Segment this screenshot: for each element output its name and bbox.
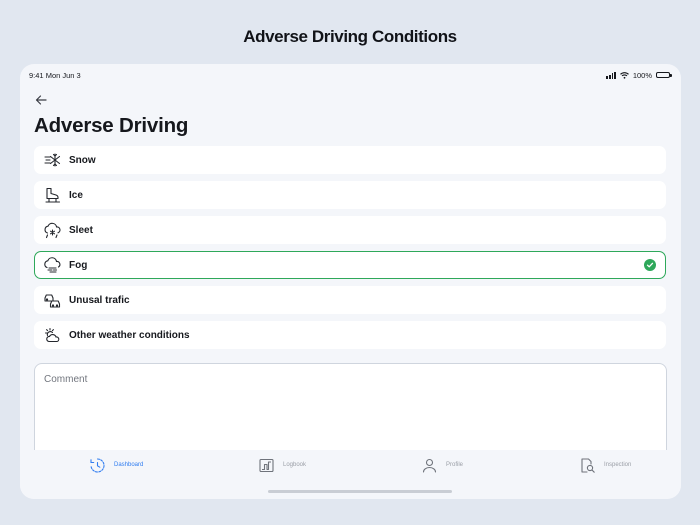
cellular-signal-icon <box>606 71 616 79</box>
snow-wind-icon <box>43 151 61 169</box>
tab-label: Logbook <box>283 462 307 468</box>
option-label: Other weather conditions <box>69 329 190 341</box>
status-bar: 9:41 Mon Jun 3 100% <box>29 68 672 82</box>
status-time-date: 9:41 Mon Jun 3 <box>29 71 81 80</box>
page-title: Adverse Driving <box>34 114 189 137</box>
option-snow[interactable]: Snow <box>34 146 666 174</box>
tab-label: Inspection <box>604 462 632 468</box>
condition-options-list: Snow Ice Sleet Fog Unusal trafic Other w… <box>34 146 666 356</box>
outer-title: Adverse Driving Conditions <box>243 27 457 46</box>
comment-field[interactable] <box>34 363 667 463</box>
ice-skate-icon <box>43 186 61 204</box>
battery-icon <box>656 71 672 79</box>
tab-profile[interactable]: Profile <box>421 457 463 473</box>
option-other-weather[interactable]: Other weather conditions <box>34 321 666 349</box>
tab-dashboard[interactable]: Dashboard <box>89 457 143 473</box>
option-label: Unusal trafic <box>69 294 130 306</box>
tab-inspection[interactable]: Inspection <box>579 457 631 473</box>
option-label: Snow <box>69 154 96 166</box>
sleet-cloud-icon <box>43 221 61 239</box>
partly-cloudy-icon <box>43 326 61 344</box>
profile-person-icon <box>421 457 437 473</box>
tab-logbook[interactable]: Logbook <box>258 457 306 473</box>
dashboard-clock-icon <box>89 457 105 473</box>
status-time: 9:41 <box>29 70 44 80</box>
selected-check-icon <box>644 259 656 271</box>
option-ice[interactable]: Ice <box>34 181 666 209</box>
logbook-chart-icon <box>258 457 274 473</box>
traffic-cars-icon <box>43 291 61 309</box>
option-fog[interactable]: Fog <box>34 251 666 279</box>
wifi-icon <box>619 71 629 79</box>
status-indicators: 100% <box>606 70 672 80</box>
tab-label: Profile <box>446 462 464 468</box>
battery-percent: 100% <box>632 70 652 80</box>
tab-label: Dashboard <box>114 462 144 468</box>
tablet-screen: 9:41 Mon Jun 3 100% Adverse Driving Snow… <box>20 64 681 499</box>
inspection-doc-icon <box>579 457 595 473</box>
back-arrow-icon[interactable] <box>34 93 48 107</box>
option-label: Sleet <box>69 224 93 236</box>
fog-cloud-icon <box>43 256 61 274</box>
option-sleet[interactable]: Sleet <box>34 216 666 244</box>
home-indicator <box>268 490 452 493</box>
status-date: Mon Jun 3 <box>45 70 81 80</box>
option-label: Ice <box>69 189 83 201</box>
option-label: Fog <box>69 259 88 271</box>
option-unusual-traffic[interactable]: Unusal trafic <box>34 286 666 314</box>
